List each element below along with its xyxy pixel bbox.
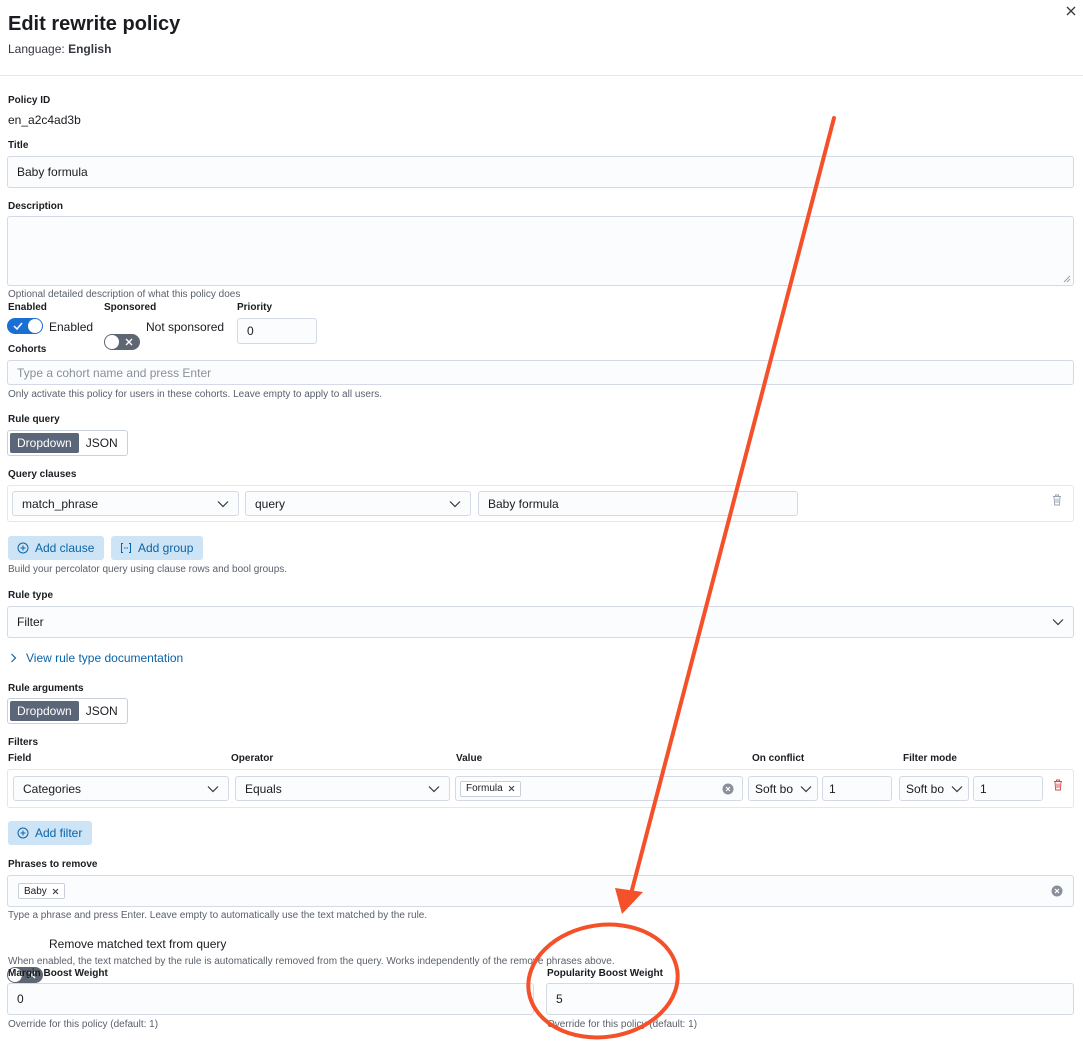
remove-matched-help: When enabled, the text matched by the ru… [8,956,615,967]
filters-col-operator: Operator [231,753,274,764]
clear-icon[interactable] [722,783,734,795]
policy-id-value: en_a2c4ad3b [8,113,81,127]
header-divider [0,75,1083,76]
filters-col-on-conflict: On conflict [752,753,805,764]
priority-input[interactable]: 0 [237,318,317,344]
cross-icon [125,338,133,346]
filters-col-value: Value [456,753,483,764]
phrase-chip-baby: Baby [18,883,65,899]
clear-icon[interactable] [1051,885,1063,897]
popularity-boost-input[interactable]: 5 [546,983,1074,1015]
rule-type-doc-link[interactable]: View rule type documentation [10,651,183,665]
trash-icon[interactable] [1053,779,1063,791]
title-label: Title [8,140,29,151]
enabled-label: Enabled [8,302,47,313]
query-clauses-label: Query clauses [8,469,77,480]
page-title: Edit rewrite policy [8,13,181,35]
chevron-right-icon [11,653,17,663]
add-filter-button[interactable]: Add filter [8,821,93,845]
cohorts-help: Only activate this policy for users in t… [8,389,383,400]
phrases-combobox[interactable]: Baby [7,875,1074,907]
remove-matched-label: Remove matched text from query [49,937,227,951]
rule-query-dropdown-mode[interactable]: Dropdown [10,433,79,453]
filters-col-field: Field [8,753,32,764]
sponsored-toggle[interactable] [104,334,140,350]
popularity-boost-label: Popularity Boost Weight [547,968,663,979]
margin-boost-input[interactable]: 0 [7,983,534,1015]
chevron-down-icon [800,785,812,792]
add-group-button[interactable]: Add group [111,536,204,560]
margin-boost-help: Override for this policy (default: 1) [8,1019,159,1030]
margin-boost-label: Margin Boost Weight [8,968,108,979]
filters-label: Filters [8,737,39,748]
cohorts-input[interactable]: Type a cohort name and press Enter [7,360,1074,385]
resize-handle-icon[interactable] [1063,275,1071,283]
rule-arguments-json-mode[interactable]: JSON [79,701,125,721]
group-bracket-icon [121,543,131,553]
chevron-down-icon [1052,619,1064,626]
popularity-boost-help: Override for this policy (default: 1) [547,1019,698,1030]
cohorts-placeholder: Type a cohort name and press Enter [17,365,212,380]
enabled-toggle[interactable] [7,318,43,334]
description-label: Description [8,201,64,212]
clause-value-input[interactable]: Baby formula [478,491,798,516]
close-icon[interactable] [508,785,515,792]
chevron-down-icon [428,785,440,792]
add-clause-button[interactable]: Add clause [8,536,105,560]
chevron-down-icon [449,500,461,507]
filter-operator-select[interactable]: Equals [235,776,450,801]
filter-mode-weight-input[interactable]: 1 [973,776,1043,801]
description-help: Optional detailed description of what th… [8,289,241,300]
rule-query-mode-toggle: Dropdown JSON [7,430,128,456]
phrases-label: Phrases to remove [8,859,98,870]
filter-field-select[interactable]: Categories [13,776,229,801]
language-value: English [68,42,112,56]
filter-mode-select[interactable]: Soft bo [899,776,969,801]
clause-type-select[interactable]: match_phrase [12,491,239,516]
cohorts-label: Cohorts [8,344,47,355]
phrases-help: Type a phrase and press Enter. Leave emp… [8,910,428,921]
filter-value-combobox[interactable]: Formula [455,776,743,801]
rule-type-select[interactable]: Filter [7,606,1074,638]
rule-type-label: Rule type [8,590,54,601]
clause-field-select[interactable]: query [245,491,471,516]
on-conflict-weight-input[interactable]: 1 [822,776,892,801]
value-chip-formula: Formula [460,780,521,797]
chevron-down-icon [951,785,963,792]
title-input[interactable]: Baby formula [7,156,1074,188]
rule-query-label: Rule query [8,414,60,425]
trash-icon[interactable] [1052,494,1062,506]
rule-arguments-mode-toggle: Dropdown JSON [7,698,128,724]
rule-query-json-mode[interactable]: JSON [79,433,125,453]
filters-col-filter-mode: Filter mode [903,753,957,764]
title-input-value: Baby formula [17,165,88,179]
policy-id-label: Policy ID [8,95,51,106]
close-icon [1066,6,1076,16]
check-icon [13,322,23,330]
close-icon[interactable] [52,888,59,895]
close-button[interactable] [1063,3,1079,19]
sponsored-state-text: Not sponsored [146,320,225,334]
language-label: Language: [8,42,65,56]
on-conflict-select[interactable]: Soft bo [748,776,818,801]
sponsored-label: Sponsored [104,302,157,313]
rule-arguments-dropdown-mode[interactable]: Dropdown [10,701,79,721]
chevron-down-icon [207,785,219,792]
query-clauses-help: Build your percolator query using clause… [8,564,288,575]
chevron-down-icon [217,500,229,507]
description-textarea[interactable] [7,216,1074,286]
enabled-state-text: Enabled [49,320,94,334]
plus-circle-icon [17,542,29,554]
priority-label: Priority [237,302,273,313]
plus-circle-icon [17,827,29,839]
language-line: Language: English [8,42,111,56]
rule-arguments-label: Rule arguments [8,683,84,694]
